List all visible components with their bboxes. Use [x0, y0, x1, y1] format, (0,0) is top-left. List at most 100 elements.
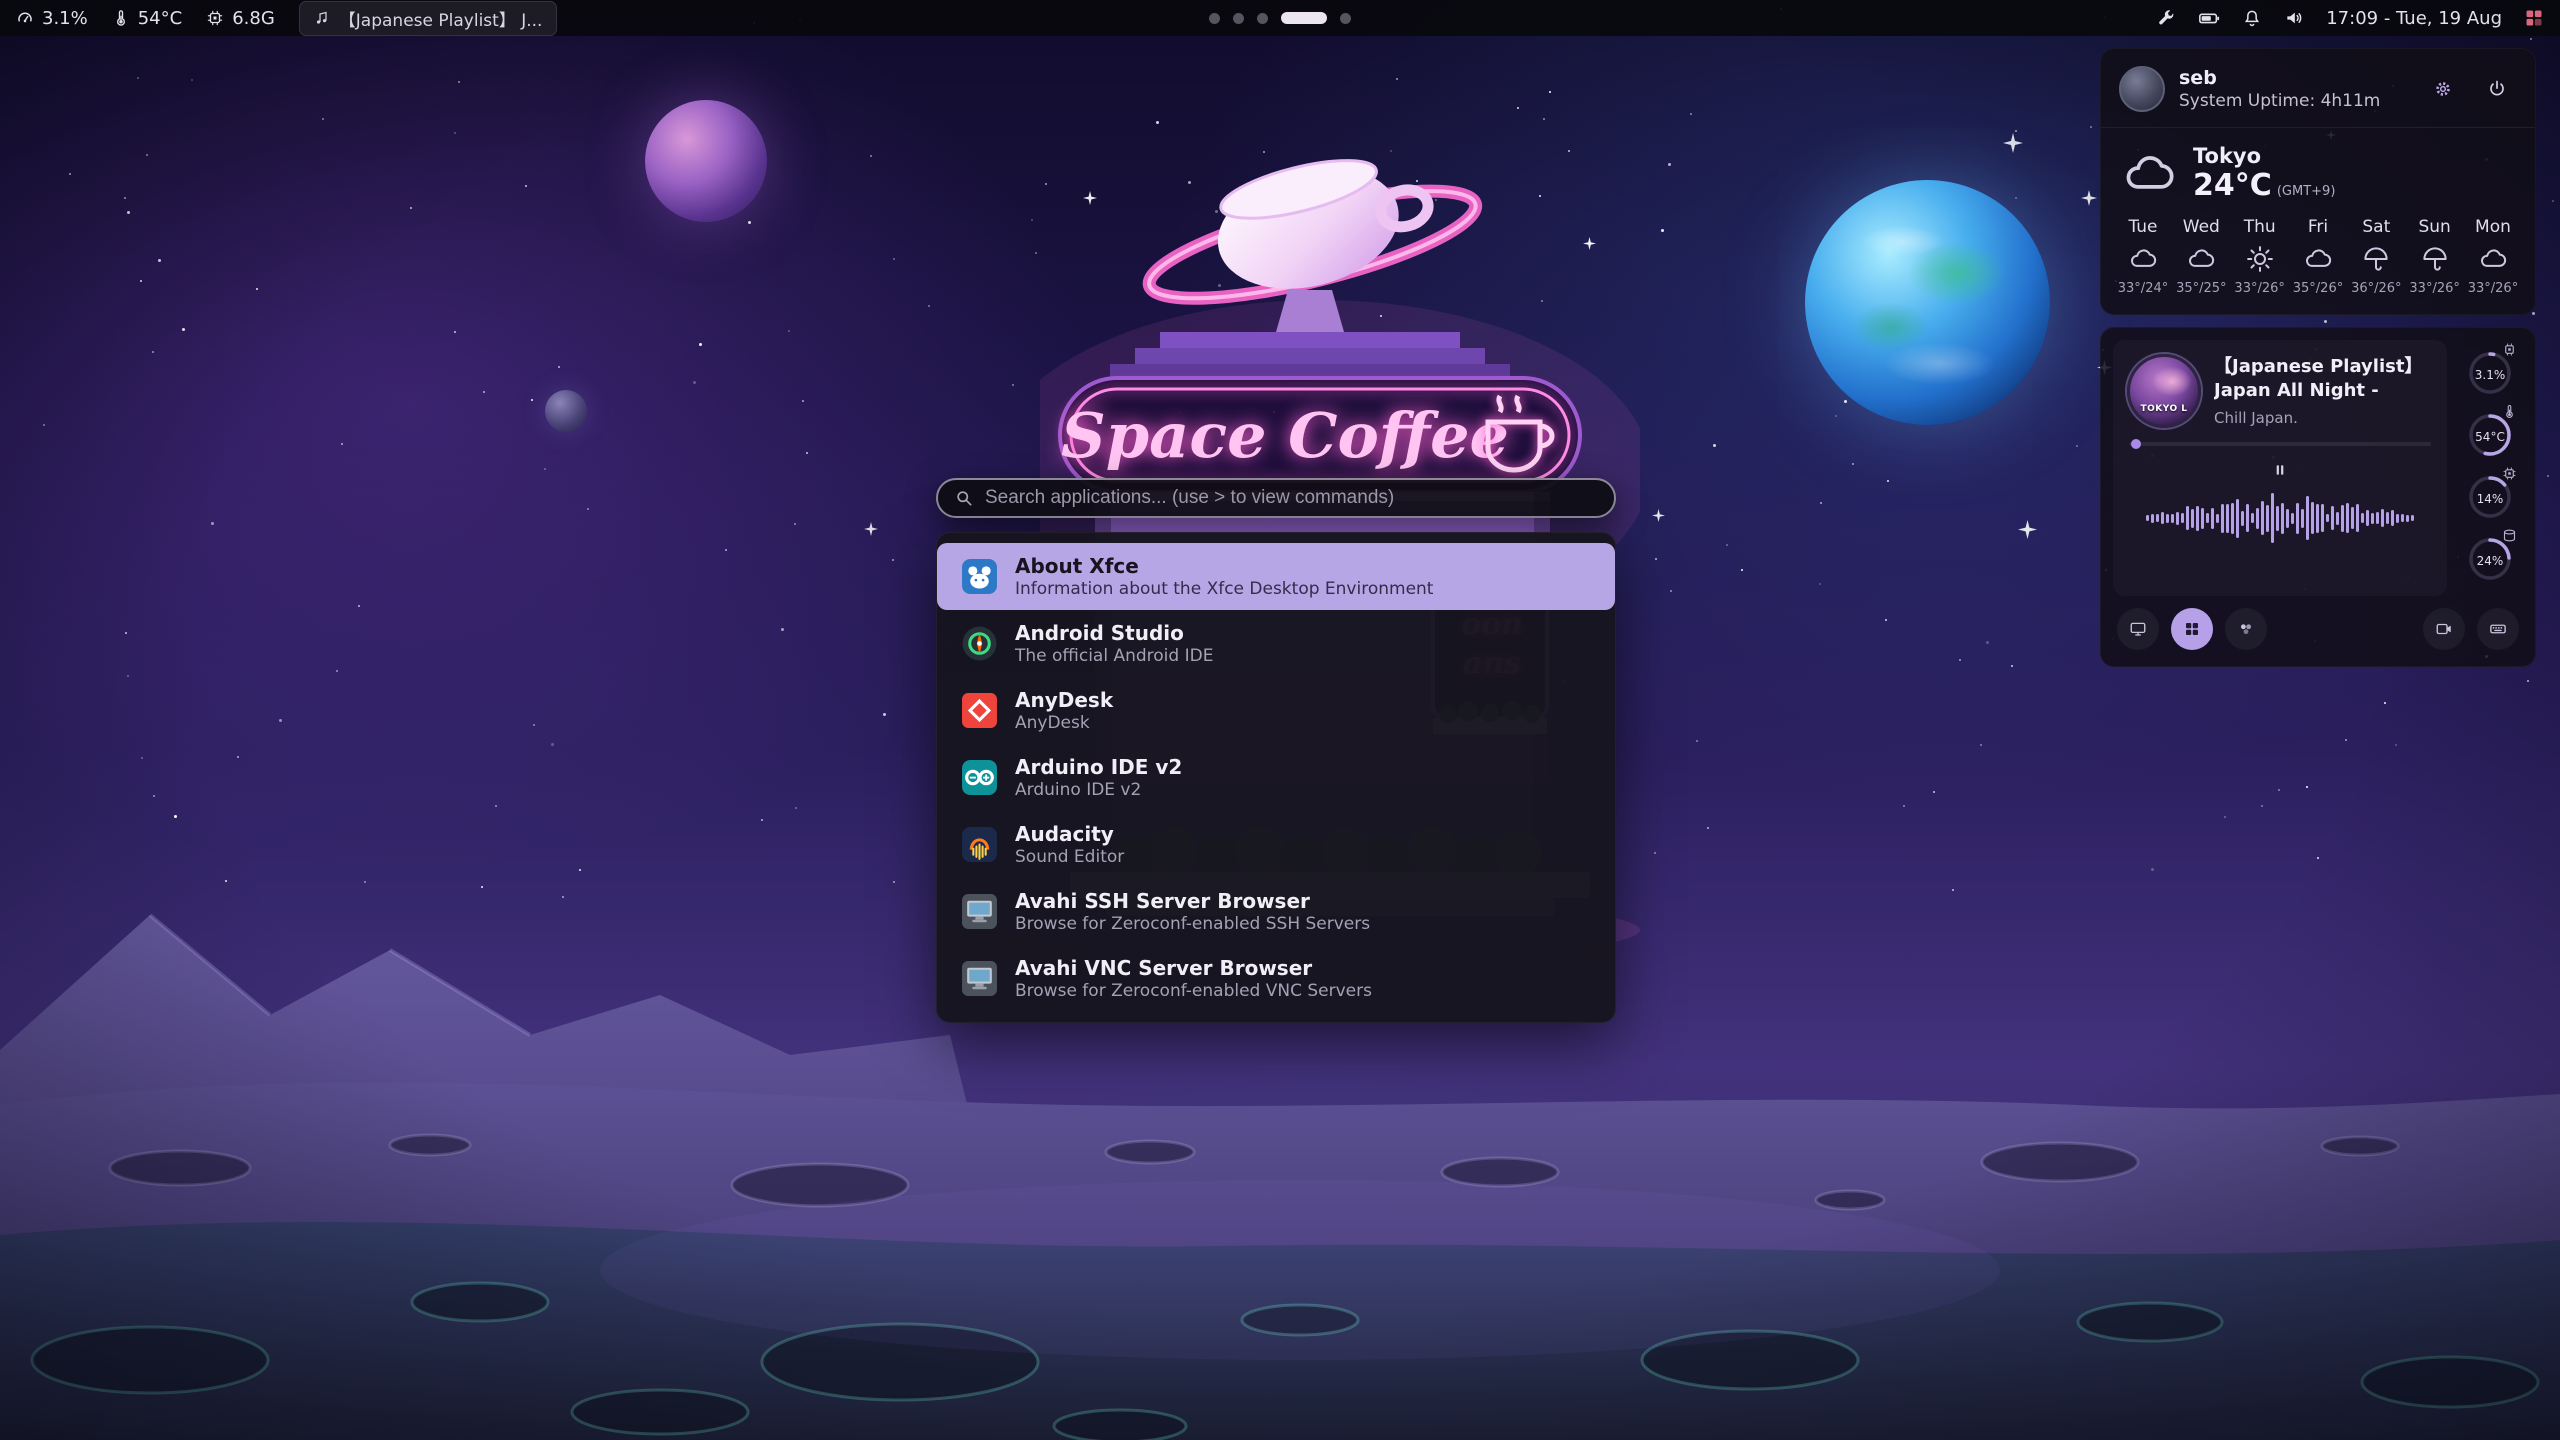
memory-indicator[interactable]: 6.8G: [206, 8, 275, 29]
arduino-icon: [961, 759, 998, 796]
app-row-avahi-vnc-server-browser[interactable]: Avahi VNC Server Browser Browse for Zero…: [937, 945, 1615, 1012]
small-moon: [545, 390, 587, 432]
avahi-icon: [961, 893, 998, 930]
xfce-icon: [961, 558, 998, 595]
app-name: Audacity: [1015, 821, 1124, 847]
forecast-day-label: Wed: [2183, 217, 2220, 237]
sun-icon: [2245, 244, 2275, 274]
app-description: Arduino IDE v2: [1015, 780, 1182, 801]
track-title: 【Japanese Playlist】 Japan All Night - To…: [2214, 355, 2433, 405]
workspace-dot[interactable]: [1209, 13, 1220, 24]
cpu-icon: [2502, 342, 2517, 357]
workspace-dot[interactable]: [1340, 13, 1351, 24]
forecast-day-label: Thu: [2244, 217, 2276, 237]
app-row-arduino-ide-v2[interactable]: Arduino IDE v2 Arduino IDE v2: [937, 744, 1615, 811]
gauge-value: 24%: [2463, 554, 2517, 568]
app-description: AnyDesk: [1015, 713, 1113, 734]
track-subtitle: Chill Japan.: [2214, 409, 2433, 427]
system-uptime: System Uptime: 4h11m: [2179, 91, 2380, 111]
volume-icon[interactable]: [2284, 8, 2304, 28]
app-row-anydesk[interactable]: AnyDesk AnyDesk: [937, 677, 1615, 744]
bell-icon[interactable]: [2242, 8, 2262, 28]
system-gauge: 54°C: [2463, 406, 2517, 468]
user-weather-panel: seb System Uptime: 4h11m Tokyo 24°C (GMT…: [2100, 48, 2536, 315]
forecast-day-label: Sun: [2418, 217, 2450, 237]
settings-button[interactable]: [2423, 69, 2463, 109]
app-row-android-studio[interactable]: Android Studio The official Android IDE: [937, 610, 1615, 677]
top-bar: 3.1% 54°C 6.8G 【Japanese Playlist】 J... …: [0, 0, 2560, 36]
app-description: Browse for Zeroconf-enabled SSH Servers: [1015, 914, 1370, 935]
app-name: Arduino IDE v2: [1015, 754, 1182, 780]
android-studio-icon: [961, 625, 998, 662]
workspace-indicator[interactable]: [1209, 12, 1351, 24]
workspace-dot[interactable]: [1257, 13, 1268, 24]
system-gauges: 3.1% 54°C 14% 24%: [2457, 340, 2523, 596]
now-playing-button[interactable]: 【Japanese Playlist】 J...: [299, 1, 558, 36]
forecast-day: Thu 33°/26°: [2232, 217, 2288, 296]
workspace-dot[interactable]: [1233, 13, 1244, 24]
playback-progress[interactable]: [2129, 442, 2431, 446]
quick-action-buttons: [2101, 602, 2535, 666]
battery-icon[interactable]: [2198, 7, 2220, 29]
power-button[interactable]: [2477, 69, 2517, 109]
app-name: Avahi SSH Server Browser: [1015, 888, 1370, 914]
forecast-temps: 36°/26°: [2351, 281, 2401, 296]
gauge-value: 54°C: [2463, 430, 2517, 444]
umbrella-icon: [2361, 244, 2391, 274]
shop-sign-text: Space Coffee: [1061, 399, 1509, 472]
app-description: Sound Editor: [1015, 847, 1124, 868]
system-gauge: 24%: [2463, 530, 2517, 592]
cloud-icon: [2128, 244, 2158, 274]
clock[interactable]: 17:09 - Tue, 19 Aug: [2326, 8, 2502, 29]
quick-settings-panel: seb System Uptime: 4h11m Tokyo 24°C (GMT…: [2100, 48, 2536, 667]
display-button[interactable]: [2117, 608, 2159, 650]
pause-icon: [2272, 462, 2288, 478]
weather-timezone: (GMT+9): [2277, 184, 2336, 199]
apps-button[interactable]: [2171, 608, 2213, 650]
weather-forecast: Tue 33°/24° Wed 35°/25° Thu 33°/26° Fri …: [2101, 207, 2535, 314]
app-name: Avahi VNC Server Browser: [1015, 955, 1372, 981]
app-grid-icon[interactable]: [2524, 8, 2544, 28]
audio-waveform: [2127, 490, 2433, 546]
pause-button[interactable]: [2260, 456, 2300, 484]
system-gauge: 3.1%: [2463, 344, 2517, 406]
search-bar[interactable]: [936, 478, 1616, 518]
temperature-indicator[interactable]: 54°C: [112, 8, 182, 29]
forecast-temps: 35°/25°: [2176, 281, 2226, 296]
app-launcher: About Xfce Information about the Xfce De…: [936, 478, 1616, 1023]
forecast-temps: 33°/24°: [2118, 281, 2168, 296]
avahi-icon: [961, 960, 998, 997]
forecast-temps: 33°/26°: [2468, 281, 2518, 296]
forecast-day-label: Sat: [2362, 217, 2390, 237]
cloud-icon: [2478, 244, 2508, 274]
screen-record-button[interactable]: [2423, 608, 2465, 650]
app-row-audacity[interactable]: Audacity Sound Editor: [937, 811, 1615, 878]
palette-icon: [2237, 620, 2255, 638]
album-art-label: TOKYO L: [2141, 404, 2188, 414]
wrench-icon[interactable]: [2156, 8, 2176, 28]
forecast-day-label: Tue: [2128, 217, 2157, 237]
cpu-usage-indicator[interactable]: 3.1%: [16, 8, 88, 29]
cpu-usage-value: 3.1%: [42, 8, 88, 29]
workspace-active[interactable]: [1281, 12, 1327, 24]
forecast-day: Wed 35°/25°: [2173, 217, 2229, 296]
audacity-icon: [961, 826, 998, 863]
forecast-day: Sat 36°/26°: [2348, 217, 2404, 296]
now-playing-label: 【Japanese Playlist】 J...: [339, 6, 543, 31]
keyboard-button[interactable]: [2477, 608, 2519, 650]
app-description: The official Android IDE: [1015, 646, 1213, 667]
app-row-avahi-ssh-server-browser[interactable]: Avahi SSH Server Browser Browse for Zero…: [937, 878, 1615, 945]
cloud-icon: [2303, 244, 2333, 274]
forecast-temps: 33°/26°: [2409, 281, 2459, 296]
playlist-icon: [314, 10, 330, 26]
purple-planet: [645, 100, 767, 222]
app-row-about-xfce[interactable]: About Xfce Information about the Xfce De…: [937, 543, 1615, 610]
progress-handle[interactable]: [2131, 439, 2141, 449]
forecast-day-label: Fri: [2308, 217, 2328, 237]
media-system-panel: TOKYO L 【Japanese Playlist】 Japan All Ni…: [2100, 327, 2536, 667]
forecast-day-label: Mon: [2475, 217, 2511, 237]
grid-icon: [2183, 620, 2201, 638]
gauge-value: 14%: [2463, 492, 2517, 506]
theme-button[interactable]: [2225, 608, 2267, 650]
search-input[interactable]: [985, 487, 1598, 509]
